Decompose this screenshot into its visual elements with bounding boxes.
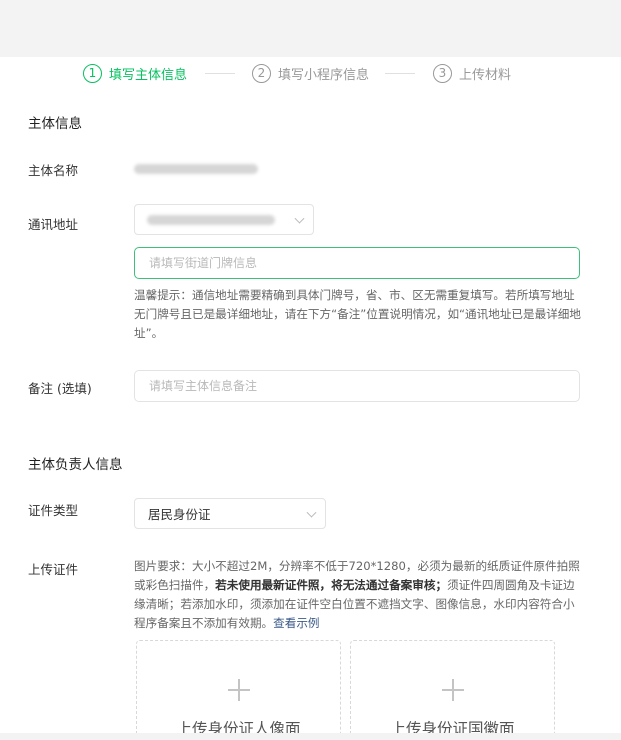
address-label: 通讯地址: [28, 217, 79, 232]
bottom-strip: [0, 733, 621, 740]
subject-name-value: [134, 164, 258, 174]
chevron-down-icon: [306, 507, 317, 518]
subject-name-label: 主体名称: [28, 163, 79, 178]
step-label: 上传材料: [459, 67, 512, 83]
upload-cert-label: 上传证件: [28, 562, 79, 577]
upload-hint: 图片要求：大小不超过2M，分辨率不低于720*1280，必须为最新的纸质证件原件…: [134, 557, 586, 633]
address-hint: 温馨提示：通信地址需要精确到具体门牌号，省、市、区无需重复填写。若所填写地址无门…: [134, 288, 581, 340]
region-select[interactable]: [134, 204, 314, 235]
chevron-down-icon: [294, 213, 305, 224]
step-label: 填写小程序信息: [278, 67, 370, 83]
street-address-input[interactable]: [134, 247, 580, 279]
step-1: 1 填写主体信息: [83, 60, 187, 86]
progress-steps: 1 填写主体信息 2 填写小程序信息 3 上传材料: [0, 60, 621, 86]
step-divider: [205, 73, 235, 74]
step-number: 2: [252, 63, 271, 83]
remark-label: 备注 (选填): [28, 381, 92, 396]
step-divider: [385, 73, 415, 74]
remark-input[interactable]: [134, 370, 580, 402]
cert-type-label: 证件类型: [28, 503, 79, 518]
step-label: 填写主体信息: [109, 67, 188, 83]
upload-hint-warning: 若未使用最新证件照，将无法通过备案审核；: [215, 578, 448, 592]
cert-type-value: 居民身份证: [148, 507, 211, 522]
step-2: 2 填写小程序信息: [252, 60, 369, 86]
subject-section-title: 主体信息: [28, 116, 82, 132]
view-example-link[interactable]: 查看示例: [273, 616, 319, 630]
responsible-section-title: 主体负责人信息: [28, 457, 123, 473]
region-value: [147, 215, 275, 225]
plus-icon: [441, 679, 464, 701]
step-3: 3 上传材料: [433, 60, 511, 86]
cert-type-select[interactable]: 居民身份证: [134, 498, 326, 529]
upload-id-front[interactable]: 上传身份证人像面: [136, 640, 341, 740]
step-number: 3: [433, 63, 452, 83]
plus-icon: [227, 679, 250, 701]
step-number: 1: [83, 63, 102, 83]
top-bar: [0, 0, 621, 57]
upload-id-back[interactable]: 上传身份证国徽面: [350, 640, 555, 740]
